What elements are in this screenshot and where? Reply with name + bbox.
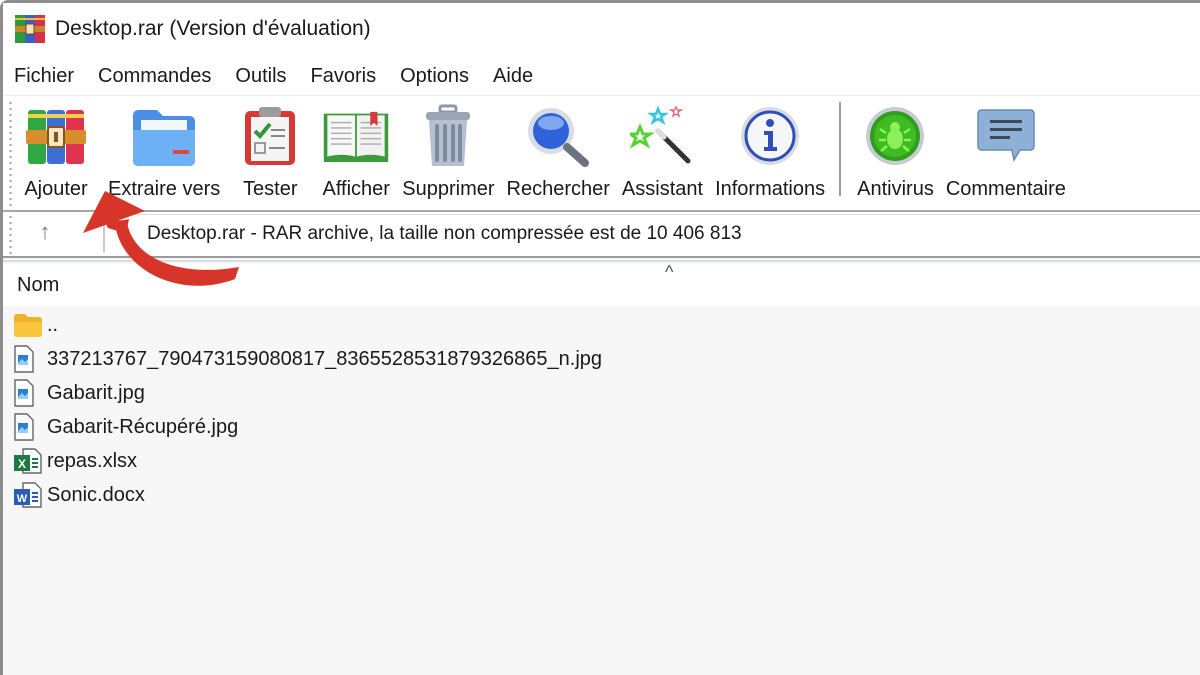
folder-icon [13, 311, 45, 339]
list-item[interactable]: Gabarit-Récupéré.jpg [13, 410, 602, 444]
view-label: Afficher [322, 178, 390, 200]
comment-bubble-icon [972, 102, 1040, 170]
up-folder-button[interactable]: ↑ [25, 214, 65, 250]
menu-aide[interactable]: Aide [493, 65, 533, 88]
wizard-label: Assistant [621, 178, 704, 200]
excel-file-icon: X [13, 447, 45, 475]
file-name: Sonic.docx [47, 483, 145, 506]
file-name: Gabarit.jpg [47, 381, 145, 404]
wizard-wand-icon [628, 102, 696, 170]
svg-text:X: X [18, 457, 26, 471]
extract-to-label: Extraire vers [108, 178, 221, 200]
toolbar-separator [839, 102, 842, 196]
list-item[interactable]: Gabarit.jpg [13, 376, 602, 410]
window-title: Desktop.rar (Version d'évaluation) [55, 17, 371, 40]
info-icon [736, 102, 804, 170]
search-magnifier-icon [524, 102, 592, 170]
winrar-window: Desktop.rar (Version d'évaluation) Fichi… [0, 0, 1200, 675]
add-archive-icon [22, 102, 90, 170]
search-button[interactable]: Rechercher [507, 96, 610, 201]
column-header-label: Nom [17, 273, 60, 296]
wizard-button[interactable]: Assistant [622, 96, 703, 201]
comment-label: Commentaire [945, 178, 1066, 200]
file-name: 337213767_790473159080817_83655285318793… [47, 347, 603, 370]
sort-ascending-icon: ^ [665, 262, 674, 282]
delete-button[interactable]: Supprimer [402, 96, 495, 201]
list-item[interactable]: .. [13, 308, 602, 342]
address-bar: ↑ Desktop.rar - RAR archive, la taille n… [3, 210, 1200, 252]
list-item[interactable]: X repas.xlsx [13, 444, 602, 478]
search-label: Rechercher [506, 178, 610, 200]
trash-icon [414, 102, 482, 170]
menu-options[interactable]: Options [400, 65, 469, 88]
test-label: Tester [243, 178, 298, 200]
file-rows: .. 337213767_790473159080817_83655285318… [13, 308, 602, 512]
svg-text:W: W [17, 493, 28, 505]
add-label: Ajouter [24, 178, 88, 200]
menu-outils[interactable]: Outils [235, 65, 286, 88]
address-text: Desktop.rar - RAR archive, la taille non… [147, 222, 742, 244]
delete-label: Supprimer [402, 178, 495, 200]
test-button[interactable]: Tester [236, 96, 304, 201]
file-list: Nom ^ .. 337213767_790473159080817_83655… [3, 256, 1200, 675]
winrar-app-icon [15, 15, 45, 43]
menu-favoris[interactable]: Favoris [311, 65, 377, 88]
list-item[interactable]: 337213767_790473159080817_83655285318793… [13, 342, 602, 376]
word-file-icon: W [13, 481, 45, 509]
image-file-icon [13, 379, 45, 407]
file-name: Gabarit-Récupéré.jpg [47, 415, 239, 438]
toolbar: Ajouter Extraire vers Tester Afficher Su… [3, 95, 1200, 260]
antivirus-label: Antivirus [857, 178, 934, 200]
info-button[interactable]: Informations [715, 96, 825, 201]
up-arrow-icon: ↑ [39, 219, 51, 244]
test-clipboard-icon [236, 102, 304, 170]
comment-button[interactable]: Commentaire [946, 96, 1066, 201]
view-button[interactable]: Afficher [322, 96, 390, 201]
menu-commandes[interactable]: Commandes [98, 65, 211, 88]
address-field[interactable]: Desktop.rar - RAR archive, la taille non… [103, 214, 1200, 252]
column-header-name[interactable]: Nom ^ [3, 262, 1200, 306]
extract-to-button[interactable]: Extraire vers [108, 96, 220, 201]
view-book-icon [322, 102, 390, 170]
file-name: .. [47, 313, 59, 336]
antivirus-button[interactable]: Antivirus [857, 96, 934, 201]
image-file-icon [13, 413, 45, 441]
menu-bar: Fichier Commandes Outils Favoris Options… [3, 59, 1200, 93]
image-file-icon [13, 345, 45, 373]
add-button[interactable]: Ajouter [22, 96, 90, 201]
extract-folder-icon [130, 102, 198, 170]
antivirus-bug-icon [861, 102, 929, 170]
list-item[interactable]: W Sonic.docx [13, 478, 602, 512]
menu-fichier[interactable]: Fichier [14, 65, 74, 88]
title-bar: Desktop.rar (Version d'évaluation) [3, 3, 1200, 55]
file-name: repas.xlsx [47, 449, 138, 472]
info-label: Informations [715, 178, 826, 200]
